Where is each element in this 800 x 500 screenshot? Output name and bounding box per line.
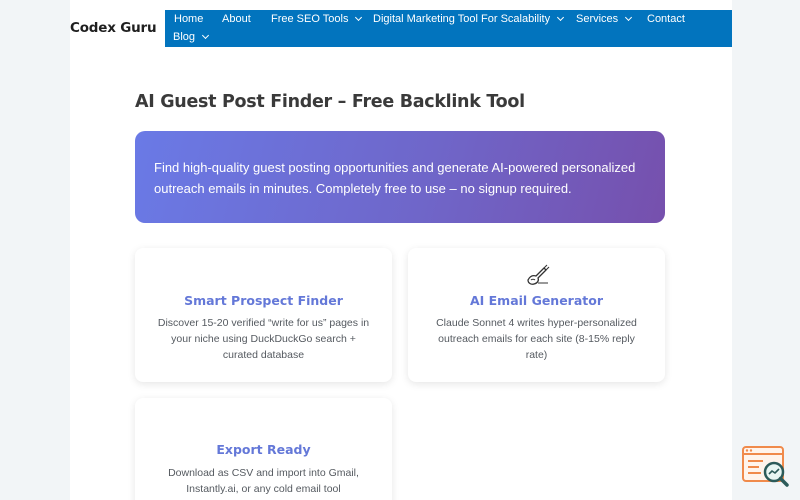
hero-text: Find high-quality guest posting opportun…	[154, 157, 646, 199]
nav-item-services[interactable]: Services	[576, 13, 633, 25]
feature-card-title: AI Email Generator	[469, 293, 604, 308]
feature-card-smart-prospect-finder: Smart Prospect Finder Discover 15-20 ver…	[135, 248, 392, 382]
feature-card-desc-line: Instantly.ai, or any cold email tool	[186, 483, 341, 495]
feature-card-desc-line: curated database	[222, 349, 305, 361]
page-title: AI Guest Post Finder – Free Backlink Too…	[135, 92, 525, 112]
hero-banner: Find high-quality guest posting opportun…	[135, 131, 665, 223]
hero-text-line: outreach emails in minutes. Completely f…	[154, 181, 572, 196]
feature-card-title: Export Ready	[216, 442, 311, 457]
nav-item-contact[interactable]: Contact	[647, 13, 685, 25]
chevron-down-icon	[201, 31, 210, 40]
feature-card-desc-line: rate)	[525, 349, 548, 361]
nav-item-digital-marketing-tool[interactable]: Digital Marketing Tool For Scalability	[373, 13, 565, 25]
hero-text-line: Find high-quality guest posting opportun…	[154, 160, 636, 175]
feature-card-description: Discover 15-20 verified “write for us” p…	[153, 315, 374, 363]
feature-card-ai-email-generator: AI Email Generator Claude Sonnet 4 write…	[408, 248, 665, 382]
main-nav: Home About Free SEO Tools Digital Market…	[165, 10, 732, 47]
feature-card-desc-line: Claude Sonnet 4 writes hyper-personalize…	[436, 317, 637, 329]
nav-item-label: About	[222, 13, 251, 25]
nav-item-about[interactable]: About	[222, 13, 251, 25]
feature-card-title: Smart Prospect Finder	[184, 293, 343, 308]
feature-card-description: Claude Sonnet 4 writes hyper-personalize…	[426, 315, 647, 363]
site-logo[interactable]: Codex Guru	[70, 20, 157, 36]
feature-card-desc-line: your niche using DuckDuckGo search +	[171, 333, 356, 345]
nav-item-label: Digital Marketing Tool For Scalability	[373, 13, 551, 25]
feature-card-desc-line: Discover 15-20 verified “write for us” p…	[157, 317, 370, 329]
nav-item-label: Services	[576, 13, 619, 25]
feature-card-desc-line: outreach emails for each site (8-15% rep…	[438, 333, 635, 345]
chevron-down-icon	[625, 13, 633, 22]
nav-item-home[interactable]: Home	[174, 13, 203, 25]
writing-hand-icon	[524, 264, 550, 286]
feature-card-desc-line: Download as CSV and import into Gmail,	[168, 467, 359, 479]
feature-card-export-ready: Export Ready Download as CSV and import …	[135, 398, 392, 500]
nav-item-label: Home	[174, 13, 204, 25]
chevron-down-icon	[557, 13, 565, 22]
nav-item-label: Blog	[173, 31, 196, 43]
nav-item-label: Contact	[647, 13, 685, 25]
feature-card-description: Download as CSV and import into Gmail, I…	[153, 465, 374, 497]
nav-item-free-seo-tools[interactable]: Free SEO Tools	[271, 13, 363, 25]
nav-item-label: Free SEO Tools	[271, 13, 349, 25]
chevron-down-icon	[355, 13, 363, 22]
seo-search-widget-icon[interactable]	[741, 445, 791, 489]
nav-item-blog[interactable]: Blog	[173, 31, 210, 43]
